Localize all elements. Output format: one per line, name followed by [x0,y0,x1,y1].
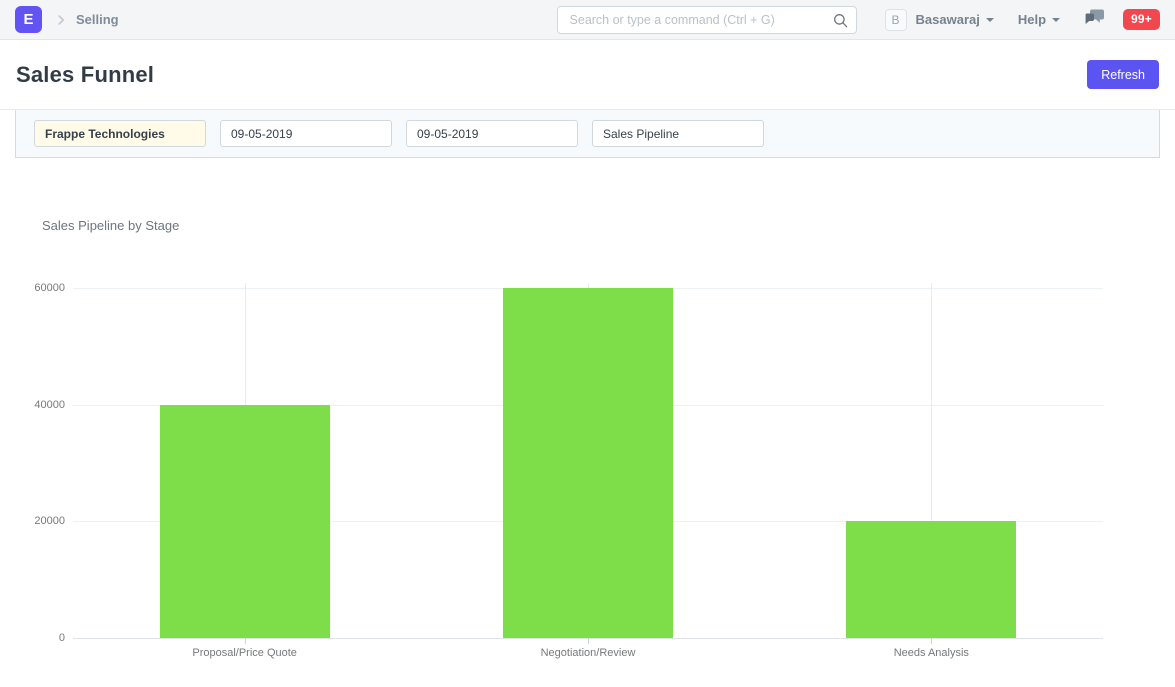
notification-badge[interactable]: 99+ [1123,9,1160,30]
chat-button[interactable] [1084,9,1105,31]
from-date-filter[interactable] [220,120,392,147]
chevron-down-icon [986,18,994,22]
x-axis-label-1: Proposal/Price Quote [95,647,395,659]
avatar-letter: B [892,13,900,27]
app-logo[interactable]: E [15,6,42,33]
user-name: Basawaraj [916,12,980,27]
help-menu[interactable]: Help [1018,12,1060,27]
global-search [557,6,857,34]
bar-proposal-price-quote[interactable] [160,405,330,638]
refresh-button[interactable]: Refresh [1087,60,1159,89]
chart: Sales Pipeline by Stage 0 20000 40000 60000… [0,158,1175,685]
chart-title: Sales Pipeline by Stage [42,218,179,233]
chevron-right-icon [54,13,68,27]
page-head: Sales Funnel Refresh [0,40,1175,110]
x-axis-label-3: Needs Analysis [781,647,1081,659]
help-label: Help [1018,12,1046,27]
x-axis-tick-1 [245,638,246,644]
search-input[interactable] [557,6,857,34]
breadcrumb[interactable]: Selling [76,12,119,27]
y-axis-label-60000: 60000 [0,282,65,294]
navbar: E Selling B Basawaraj Help [0,0,1175,40]
chart-type-filter[interactable] [592,120,764,147]
company-filter[interactable] [34,120,206,147]
page-title: Sales Funnel [16,62,154,88]
y-axis-label-20000: 20000 [0,515,65,527]
bar-needs-analysis[interactable] [846,521,1016,638]
x-axis-tick-3 [931,638,932,644]
chat-icon [1084,9,1105,31]
chevron-down-icon [1052,18,1060,22]
navbar-right: B Basawaraj Help 99+ [885,9,1160,31]
filter-section [15,110,1160,158]
bar-negotiation-review[interactable] [503,288,673,638]
x-axis-label-2: Negotiation/Review [438,647,738,659]
to-date-filter[interactable] [406,120,578,147]
user-menu[interactable]: Basawaraj [916,12,994,27]
y-axis-label-0: 0 [0,632,65,644]
app-logo-letter: E [23,11,33,28]
x-axis-tick-2 [588,638,589,644]
y-axis-label-40000: 40000 [0,399,65,411]
avatar[interactable]: B [885,9,907,31]
